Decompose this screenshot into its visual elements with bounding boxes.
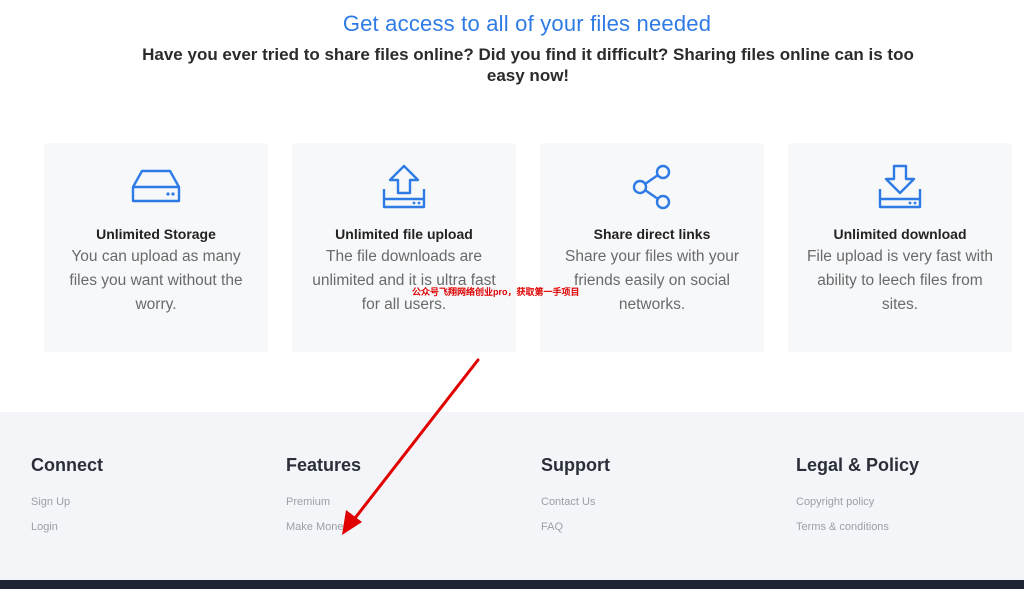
feature-description: The file downloads are unlimited and it …	[312, 248, 496, 313]
footer-column-legal: Legal & Policy Copyright policy Terms & …	[796, 455, 1024, 546]
feature-title: Unlimited file upload	[335, 226, 473, 242]
bottom-bar	[0, 580, 1024, 589]
footer-column-support: Support Contact Us FAQ	[541, 455, 771, 546]
footer-heading-features: Features	[286, 455, 362, 475]
footer-link-faq[interactable]: FAQ	[541, 521, 771, 533]
footer-link-terms[interactable]: Terms & conditions	[796, 521, 1024, 533]
watermark-text: 公众号飞翔网络创业pro，获取第一手项目	[412, 287, 580, 297]
feature-card-upload: Unlimited file upload The file downloads…	[292, 143, 516, 352]
footer-link-sign-up[interactable]: Sign Up	[31, 496, 261, 508]
footer-link-contact-us[interactable]: Contact Us	[541, 496, 771, 508]
feature-card-download: Unlimited download File upload is very f…	[788, 143, 1012, 352]
footer-link-copyright-policy[interactable]: Copyright policy	[796, 496, 1024, 508]
upload-icon	[292, 163, 516, 213]
footer-column-features: Features Premium Make Money	[286, 455, 516, 546]
feature-title: Share direct links	[593, 226, 711, 242]
footer-heading-support: Support	[541, 455, 610, 475]
footer-link-login[interactable]: Login	[31, 521, 261, 533]
footer-link-make-money[interactable]: Make Money	[286, 521, 516, 533]
footer-link-premium[interactable]: Premium	[286, 496, 516, 508]
share-icon	[540, 163, 764, 213]
feature-description: Share your files with your friends easil…	[564, 248, 740, 313]
footer-heading-connect: Connect	[31, 455, 103, 475]
feature-card-storage: Unlimited Storage You can upload as many…	[44, 143, 268, 352]
hero-subtitle: Have you ever tried to share files onlin…	[142, 45, 914, 85]
feature-description: File upload is very fast with ability to…	[806, 248, 994, 313]
feature-title: Unlimited download	[833, 226, 967, 242]
feature-description: You can upload as many files you want wi…	[69, 248, 243, 313]
download-icon	[788, 163, 1012, 213]
footer-heading-legal: Legal & Policy	[796, 455, 920, 475]
hero-section: Get access to all of your files needed H…	[0, 0, 1024, 412]
footer-column-connect: Connect Sign Up Login	[31, 455, 261, 546]
storage-drive-icon	[44, 163, 268, 213]
feature-card-share: Share direct links Share your files with…	[540, 143, 764, 352]
feature-title: Unlimited Storage	[96, 226, 216, 242]
hero-title: Get access to all of your files needed	[342, 11, 712, 36]
footer: Connect Sign Up Login Features Premium M…	[0, 412, 1024, 580]
